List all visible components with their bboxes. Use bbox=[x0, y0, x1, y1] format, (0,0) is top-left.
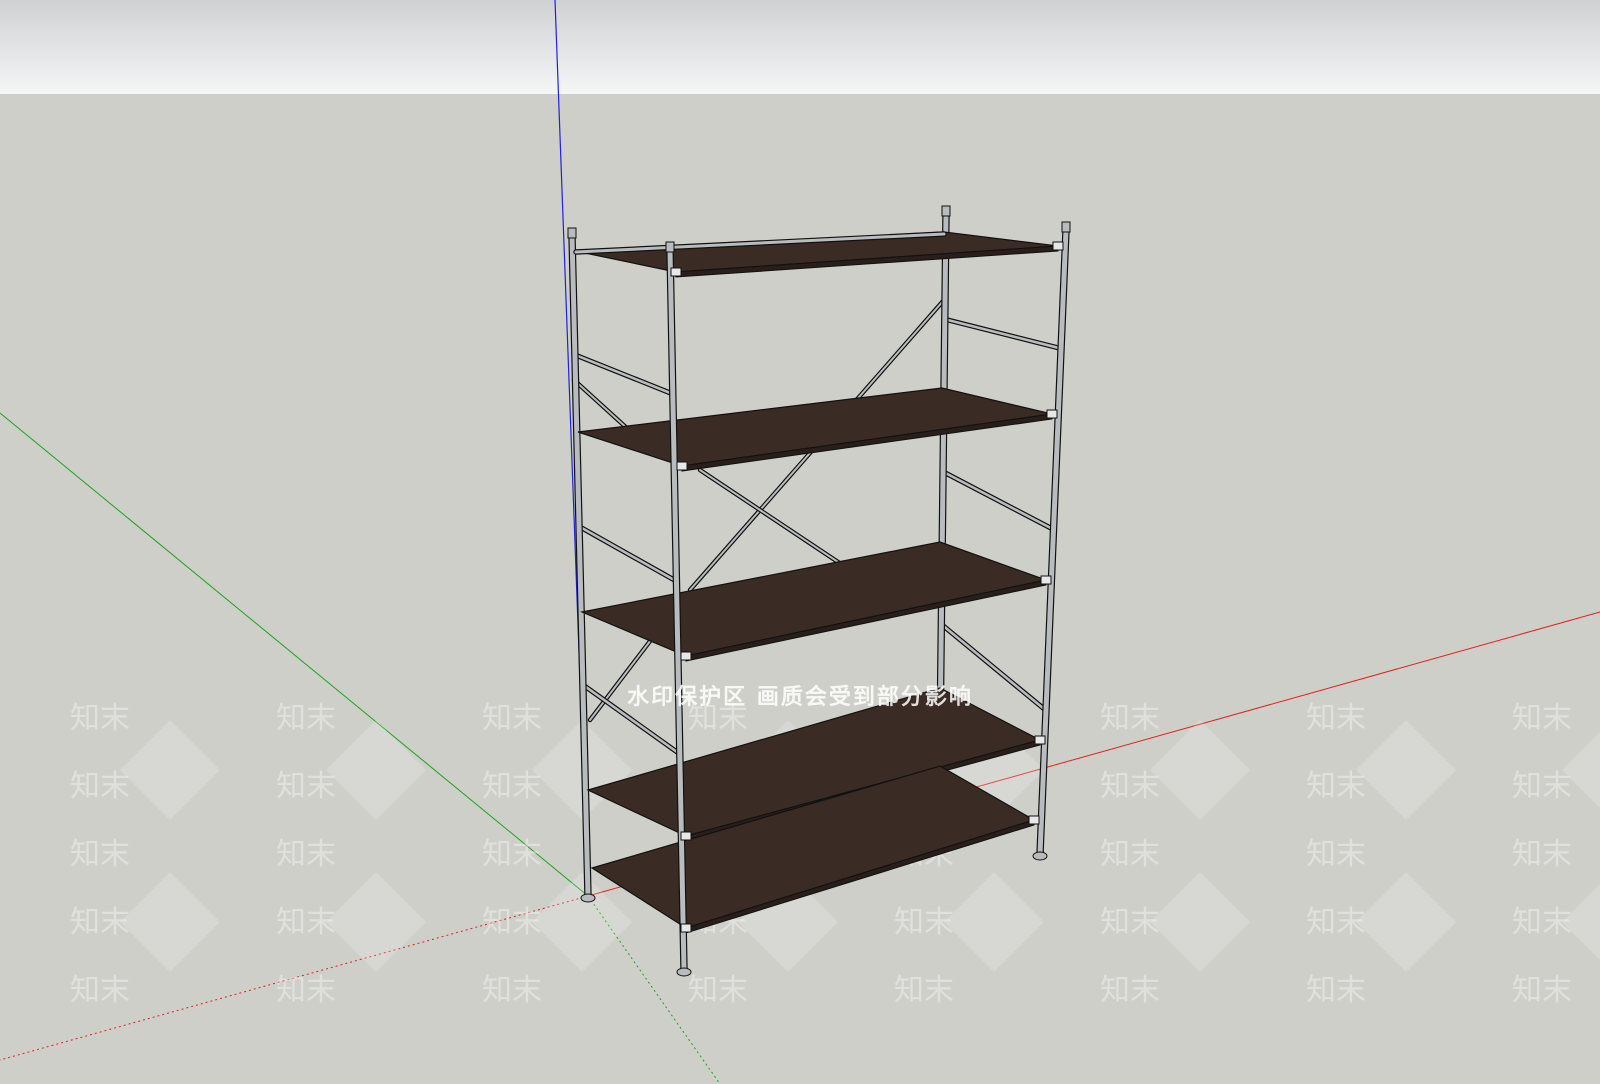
shelf-bracket-2-1 bbox=[676, 461, 688, 471]
watermark-logo-text: 知末 bbox=[1100, 769, 1160, 804]
watermark-logo-text: 知末 bbox=[1512, 837, 1572, 872]
watermark-logo-text: 知末 bbox=[276, 973, 336, 1008]
watermark-logo-text: 知末 bbox=[894, 973, 954, 1008]
watermark-logo-text: 知末 bbox=[70, 837, 130, 872]
shelf-bracket-4-1 bbox=[680, 831, 692, 841]
shelf-bracket-1-1 bbox=[670, 267, 682, 277]
watermark-logo-text: 知末 bbox=[482, 837, 542, 872]
model-viewport[interactable]: 知末 知末 知末 知末 知末 知末 知末 知末 知末 知末 知末 知末 知末 知末 知末 知末 知末 知末 知末 知末… bbox=[0, 0, 1600, 1084]
post-cap-1 bbox=[665, 241, 675, 253]
watermark-band: 水印保护区 画质会受到部分影响 bbox=[627, 685, 973, 710]
watermark-logo-text: 知末 bbox=[1306, 837, 1366, 872]
shelf-bracket-5-1 bbox=[680, 923, 692, 933]
watermark-logo-text: 知末 bbox=[482, 973, 542, 1008]
watermark-logo-text: 知末 bbox=[482, 769, 542, 804]
post-foot-2 bbox=[1032, 851, 1048, 861]
watermark-logo-text: 知末 bbox=[1100, 837, 1160, 872]
watermark-logo-text: 知末 bbox=[1306, 973, 1366, 1008]
watermark-logo-text: 知末 bbox=[70, 769, 130, 804]
watermark-logo-text: 知末 bbox=[688, 973, 748, 1008]
watermark-logo-text: 知末 bbox=[276, 837, 336, 872]
post-foot-0 bbox=[580, 893, 596, 903]
watermark-logo-text: 知末 bbox=[1100, 973, 1160, 1008]
shelf-bracket-3-1 bbox=[680, 651, 692, 661]
watermark-logo-text: 知末 bbox=[276, 769, 336, 804]
post-cap-3 bbox=[1061, 221, 1071, 233]
sky bbox=[0, 0, 1600, 94]
shelf-bracket-2-0 bbox=[1046, 409, 1058, 419]
shelf-bracket-1-0 bbox=[1052, 241, 1064, 251]
watermark-logo-text: 知末 bbox=[1512, 973, 1572, 1008]
scene-canvas[interactable]: 知末 知末 知末 知末 知末 知末 知末知末 知末 知末 知末 知末 知末知末 知末 知末 知末 知末 知末知末… bbox=[0, 0, 1600, 1084]
shelf-bracket-3-0 bbox=[1040, 575, 1052, 585]
shelf-bracket-5-0 bbox=[1028, 815, 1040, 825]
post-cap-2 bbox=[941, 205, 951, 217]
watermark-logo-text: 知末 bbox=[70, 973, 130, 1008]
shelf-bracket-4-0 bbox=[1034, 735, 1046, 745]
post-cap-0 bbox=[567, 227, 577, 239]
post-foot-1 bbox=[676, 967, 692, 977]
watermark-logo-text: 知末 bbox=[1512, 769, 1572, 804]
watermark-logo-text: 知末 bbox=[1306, 769, 1366, 804]
